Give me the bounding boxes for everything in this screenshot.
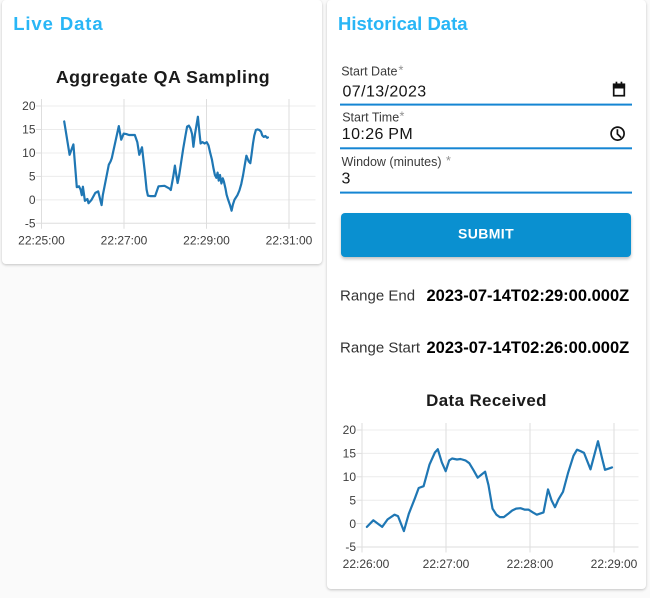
- svg-text:3: 3: [342, 171, 351, 188]
- svg-text:5: 5: [29, 170, 36, 184]
- svg-text:10:26: 10:26: [342, 126, 384, 143]
- svg-text:22:26:00: 22:26:00: [343, 557, 390, 571]
- svg-text:Range Start: Range Start: [340, 340, 421, 357]
- svg-text:22:27:00: 22:27:00: [101, 234, 148, 248]
- svg-text:Start Date: Start Date: [341, 65, 397, 79]
- svg-text:Range End: Range End: [340, 288, 415, 305]
- svg-text:15: 15: [343, 447, 357, 461]
- svg-text:22:25:00: 22:25:00: [18, 234, 65, 248]
- svg-text:-5: -5: [25, 217, 36, 231]
- svg-text:*: *: [446, 154, 451, 168]
- svg-text:2023-07-14T02:26:00.000Z: 2023-07-14T02:26:00.000Z: [427, 339, 630, 357]
- svg-text:22:29:00: 22:29:00: [591, 557, 638, 571]
- svg-text:22:31:00: 22:31:00: [266, 234, 313, 248]
- svg-text:22:29:00: 22:29:00: [183, 234, 230, 248]
- svg-text:PM: PM: [388, 126, 413, 143]
- svg-text:2023-07-14T02:29:00.000Z: 2023-07-14T02:29:00.000Z: [427, 287, 630, 305]
- svg-text:Start Time: Start Time: [342, 111, 399, 125]
- svg-text:-5: -5: [345, 540, 356, 554]
- svg-text:5: 5: [349, 493, 356, 507]
- svg-text:15: 15: [22, 123, 36, 137]
- svg-text:SUBMIT: SUBMIT: [458, 225, 514, 241]
- svg-text:22:27:00: 22:27:00: [423, 557, 470, 571]
- svg-text:Window (minutes): Window (minutes): [342, 155, 442, 169]
- svg-text:10: 10: [343, 470, 357, 484]
- svg-text:20: 20: [22, 99, 36, 113]
- svg-text:0: 0: [349, 517, 356, 531]
- svg-text:*: *: [400, 110, 405, 124]
- svg-text:Aggregate QA Sampling: Aggregate QA Sampling: [56, 67, 270, 87]
- svg-text:22:28:00: 22:28:00: [507, 557, 554, 571]
- svg-text:20: 20: [343, 423, 357, 437]
- svg-text:Data Received: Data Received: [426, 391, 547, 410]
- svg-text:Historical Data: Historical Data: [338, 13, 468, 34]
- svg-text:10: 10: [22, 146, 36, 160]
- svg-text:0: 0: [29, 193, 36, 207]
- svg-text:Live Data: Live Data: [13, 13, 103, 34]
- svg-text:07/13/2023: 07/13/2023: [343, 83, 427, 100]
- svg-text:*: *: [399, 64, 404, 78]
